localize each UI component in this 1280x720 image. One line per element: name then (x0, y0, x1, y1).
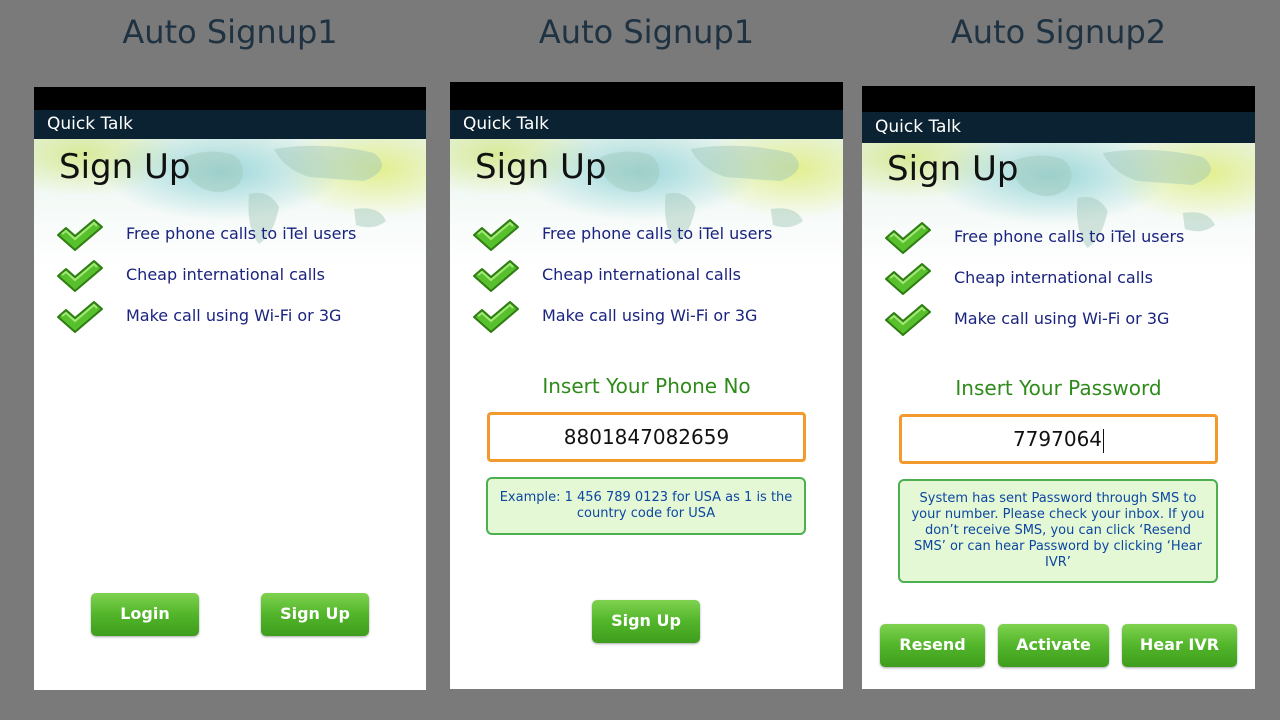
activate-button[interactable]: Activate (998, 624, 1109, 667)
phone-screen-2: Quick Talk Sign Up Free phone calls to i… (450, 82, 843, 689)
caption-screen-2: Auto Signup1 (538, 13, 755, 51)
feature-label: Make call using Wi-Fi or 3G (542, 306, 758, 325)
feature-label: Make call using Wi-Fi or 3G (126, 306, 342, 325)
check-icon (57, 301, 103, 333)
check-icon (885, 222, 931, 254)
feature-item: Make call using Wi-Fi or 3G (884, 302, 1255, 338)
check-icon (473, 301, 519, 333)
phone-number-input[interactable]: 8801847082659 (487, 412, 806, 462)
phone-screen-1: Quick Talk Sign Up Free phone calls to i… (34, 87, 426, 690)
feature-item: Free phone calls to iTel users (56, 217, 426, 253)
check-icon (885, 304, 931, 336)
phone-hint-box: Example: 1 456 789 0123 for USA as 1 is … (486, 477, 806, 535)
phone-hint-text: Example: 1 456 789 0123 for USA as 1 is … (499, 490, 793, 521)
status-bar (450, 82, 843, 110)
status-bar (862, 86, 1255, 112)
status-bar (34, 87, 426, 110)
feature-item: Make call using Wi-Fi or 3G (472, 299, 843, 335)
phone-number-value: 8801847082659 (563, 425, 730, 449)
hear-ivr-button[interactable]: Hear IVR (1122, 624, 1237, 667)
feature-label: Free phone calls to iTel users (126, 224, 357, 243)
app-title: Quick Talk (47, 114, 134, 134)
feature-label: Free phone calls to iTel users (954, 227, 1185, 246)
feature-label: Make call using Wi-Fi or 3G (954, 309, 1170, 328)
signup-title: Sign Up (887, 149, 1019, 189)
password-hint-box: System has sent Password through SMS to … (898, 479, 1218, 583)
check-icon (473, 219, 519, 251)
signup-button[interactable]: Sign Up (592, 600, 700, 643)
caption-screen-1: Auto Signup1 (122, 13, 338, 51)
app-title-bar: Quick Talk (34, 110, 426, 139)
feature-label: Cheap international calls (126, 265, 325, 284)
caption-screen-3: Auto Signup2 (950, 13, 1167, 51)
signup-button[interactable]: Sign Up (261, 593, 369, 636)
check-icon (57, 219, 103, 251)
feature-item: Cheap international calls (884, 261, 1255, 297)
feature-label: Free phone calls to iTel users (542, 224, 773, 243)
resend-button[interactable]: Resend (880, 624, 985, 667)
app-title-bar: Quick Talk (450, 110, 843, 139)
check-icon (57, 260, 103, 292)
check-icon (885, 263, 931, 295)
text-cursor (1103, 428, 1105, 453)
feature-item: Free phone calls to iTel users (884, 220, 1255, 256)
app-title: Quick Talk (463, 114, 550, 134)
signup-title: Sign Up (475, 147, 607, 187)
feature-label: Cheap international calls (542, 265, 741, 284)
signup-title: Sign Up (59, 147, 191, 187)
feature-item: Free phone calls to iTel users (472, 217, 843, 253)
password-value: 7797064 (1012, 427, 1103, 451)
feature-label: Cheap international calls (954, 268, 1153, 287)
feature-item: Cheap international calls (56, 258, 426, 294)
app-title: Quick Talk (875, 117, 962, 137)
login-button[interactable]: Login (91, 593, 199, 636)
password-input[interactable]: 7797064 (899, 414, 1218, 464)
check-icon (473, 260, 519, 292)
app-title-bar: Quick Talk (862, 112, 1255, 143)
phone-screen-3: Quick Talk Sign Up Free phone calls to i… (862, 86, 1255, 689)
insert-phone-label: Insert Your Phone No (542, 374, 751, 398)
password-hint-text: System has sent Password through SMS to … (911, 491, 1205, 570)
insert-password-label: Insert Your Password (955, 376, 1162, 400)
feature-item: Cheap international calls (472, 258, 843, 294)
feature-item: Make call using Wi-Fi or 3G (56, 299, 426, 335)
